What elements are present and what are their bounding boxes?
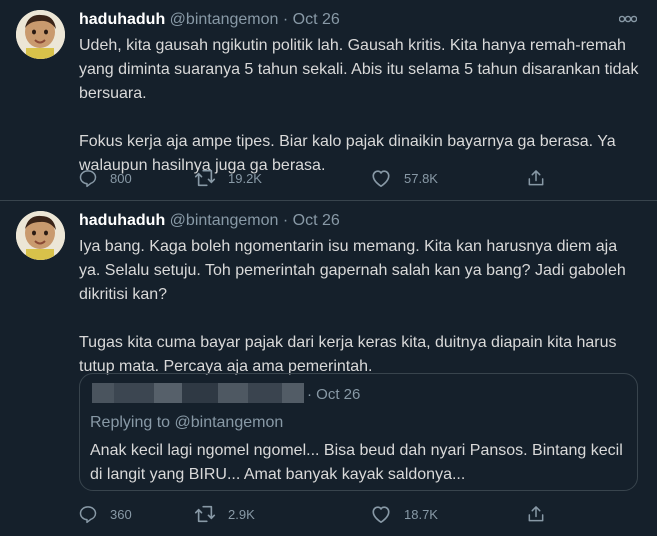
quoted-tweet-text: Anak kecil lagi ngomel ngomel... Bisa be… bbox=[90, 442, 623, 483]
reply-icon bbox=[79, 170, 97, 188]
tweet-date[interactable]: Oct 26 bbox=[293, 212, 340, 229]
user-handle[interactable]: @bintangemon bbox=[170, 212, 279, 229]
tweet-header: haduhaduh @bintangemon · Oct 26 bbox=[79, 211, 340, 231]
reply-button[interactable]: 360 bbox=[78, 503, 132, 525]
quoted-tweet-date[interactable]: · Oct 26 bbox=[307, 385, 360, 405]
retweet-icon bbox=[194, 169, 216, 187]
retweet-count: 19.2K bbox=[228, 170, 262, 186]
user-handle[interactable]: @bintangemon bbox=[170, 11, 279, 28]
like-button[interactable]: 18.7K bbox=[370, 503, 438, 525]
tweet[interactable]: haduhaduh @bintangemon · Oct 26 Udeh, ki… bbox=[0, 0, 657, 201]
display-name[interactable]: haduhaduh bbox=[79, 11, 165, 28]
share-icon bbox=[528, 506, 544, 522]
share-icon bbox=[528, 170, 544, 186]
avatar[interactable] bbox=[16, 211, 65, 260]
like-icon bbox=[372, 506, 390, 523]
tweet-paragraph: Udeh, kita gausah ngikutin politik lah. … bbox=[79, 37, 639, 102]
quoted-tweet[interactable]: · Oct 26 Replying to @bintangemon Anak k… bbox=[79, 373, 638, 491]
tweet-actions: 800 19.2K 57.8K bbox=[78, 167, 548, 189]
tweet-text: Udeh, kita gausah ngikutin politik lah. … bbox=[79, 34, 639, 178]
retweet-button[interactable]: 19.2K bbox=[194, 167, 262, 189]
like-count: 57.8K bbox=[404, 170, 438, 186]
retweet-button[interactable]: 2.9K bbox=[194, 503, 255, 525]
tweet[interactable]: haduhaduh @bintangemon · Oct 26 Iya bang… bbox=[0, 201, 657, 536]
like-icon bbox=[372, 170, 390, 187]
tweet-text: Iya bang. Kaga boleh ngomentarin isu mem… bbox=[79, 235, 639, 379]
timeline: haduhaduh @bintangemon · Oct 26 Udeh, ki… bbox=[0, 0, 657, 536]
replying-to: Replying to @bintangemon bbox=[90, 414, 284, 431]
reply-count: 800 bbox=[110, 170, 132, 186]
tweet-header: haduhaduh @bintangemon · Oct 26 bbox=[79, 10, 340, 30]
reply-button[interactable]: 800 bbox=[78, 167, 132, 189]
tweet-date[interactable]: Oct 26 bbox=[293, 11, 340, 28]
avatar[interactable] bbox=[16, 10, 65, 59]
tweet-actions: 360 2.9K 18.7K bbox=[78, 503, 548, 525]
retweet-icon bbox=[194, 505, 216, 523]
share-button[interactable] bbox=[526, 167, 546, 189]
like-button[interactable]: 57.8K bbox=[370, 167, 438, 189]
reply-count: 360 bbox=[110, 506, 132, 522]
retweet-count: 2.9K bbox=[228, 506, 255, 522]
redacted-author bbox=[92, 383, 304, 403]
separator: · bbox=[282, 11, 289, 28]
display-name[interactable]: haduhaduh bbox=[79, 212, 165, 229]
share-button[interactable] bbox=[526, 503, 546, 525]
more-icon[interactable] bbox=[618, 12, 638, 26]
tweet-paragraph: Iya bang. Kaga boleh ngomentarin isu mem… bbox=[79, 238, 626, 303]
separator: · bbox=[282, 212, 289, 229]
like-count: 18.7K bbox=[404, 506, 438, 522]
reply-icon bbox=[79, 506, 97, 524]
tweet-paragraph: Tugas kita cuma bayar pajak dari kerja k… bbox=[79, 334, 617, 375]
